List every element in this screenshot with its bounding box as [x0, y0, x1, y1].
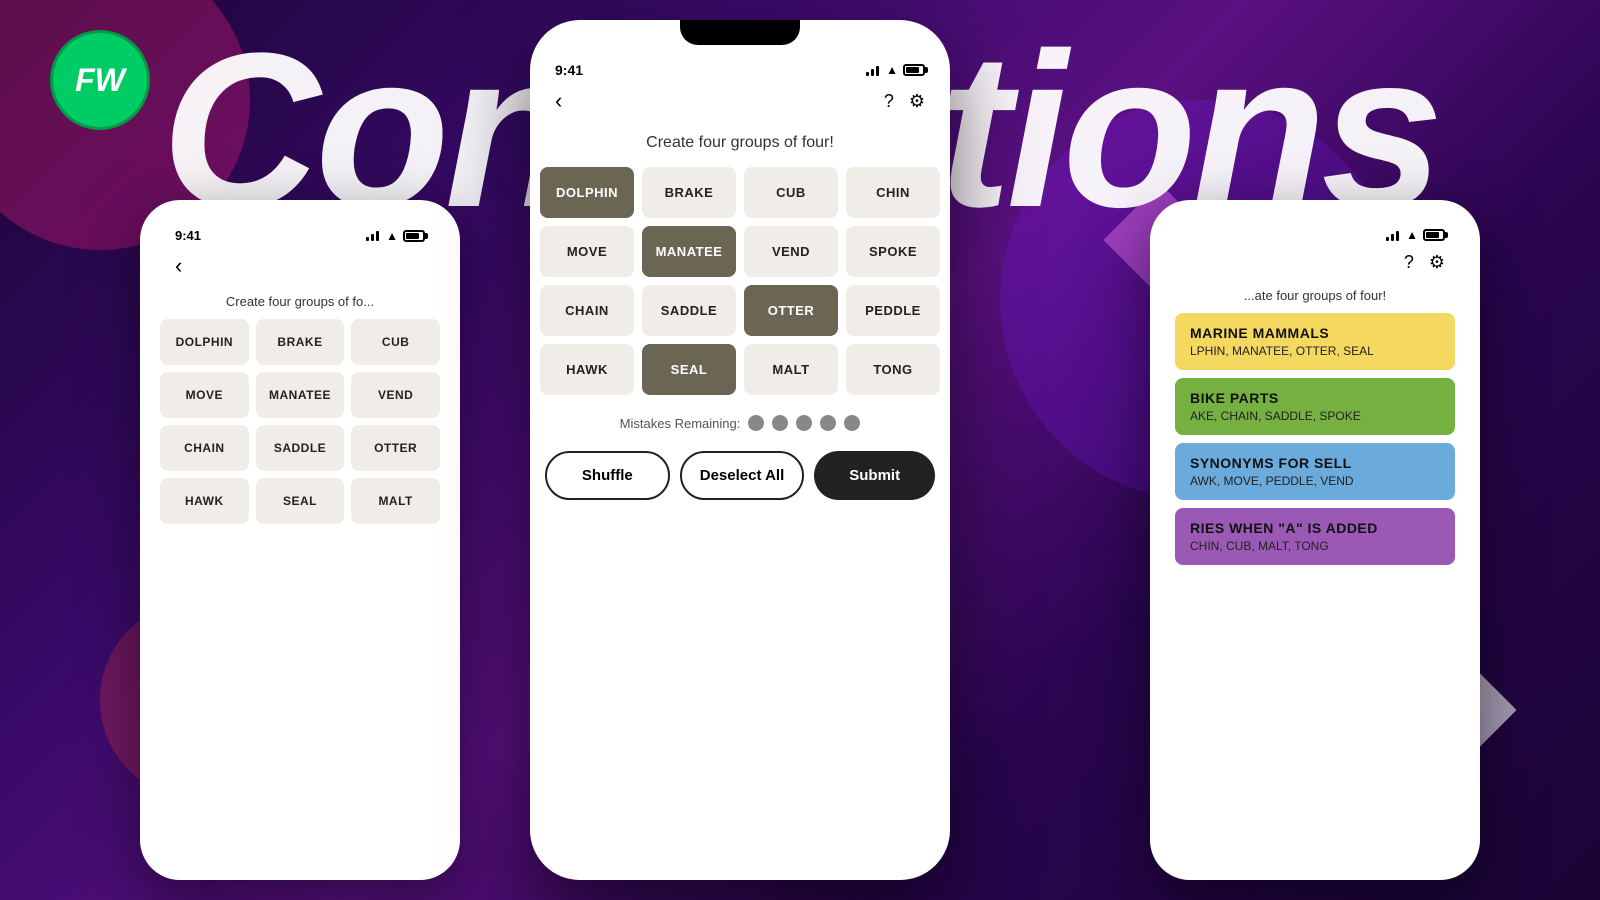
- tile-center-cub[interactable]: CUB: [744, 167, 838, 218]
- game-subtitle-center: Create four groups of four!: [530, 134, 950, 152]
- action-buttons: Shuffle Deselect All Submit: [530, 451, 950, 500]
- mistake-dot-3: [796, 415, 812, 431]
- tile-left-1[interactable]: BRAKE: [256, 319, 345, 365]
- battery-icon-right: [1423, 229, 1445, 241]
- settings-icon-right[interactable]: ⚙: [1429, 252, 1445, 273]
- tile-center-hawk[interactable]: HAWK: [540, 344, 634, 395]
- tile-left-5[interactable]: VEND: [351, 372, 440, 418]
- back-arrow-center[interactable]: ‹: [555, 88, 562, 114]
- word-grid-left: DOLPHIN BRAKE CUB MOVE MANATEE VEND CHAI…: [155, 319, 445, 524]
- tile-center-peddle[interactable]: PEDDLE: [846, 285, 940, 336]
- mistake-dot-5: [844, 415, 860, 431]
- tile-left-9[interactable]: HAWK: [160, 478, 249, 524]
- signal-icon-right: [1386, 230, 1401, 241]
- help-icon-right[interactable]: ?: [1404, 252, 1414, 273]
- tile-center-dolphin[interactable]: DOLPHIN: [540, 167, 634, 218]
- result-card-sell: SYNONYMS FOR SELL AWK, MOVE, PEDDLE, VEN…: [1175, 443, 1455, 500]
- result-card-ries: RIES WHEN "A" IS ADDED CHIN, CUB, MALT, …: [1175, 508, 1455, 565]
- phone-header-center: ‹ ? ⚙: [530, 83, 950, 124]
- shuffle-button[interactable]: Shuffle: [545, 451, 670, 500]
- battery-icon-left: [403, 230, 425, 242]
- tile-center-tong[interactable]: TONG: [846, 344, 940, 395]
- signal-icon-center: [866, 65, 881, 76]
- phone-right: ▲ ? ⚙ ...ate four groups of four! MARINE…: [1150, 200, 1480, 880]
- phone-center: 9:41 ▲ ‹ ? ⚙ Create four groups of four!…: [530, 20, 950, 880]
- result-title-sell: SYNONYMS FOR SELL: [1190, 455, 1440, 471]
- wifi-icon-center: ▲: [886, 63, 898, 77]
- wifi-icon-right: ▲: [1406, 228, 1418, 242]
- tile-left-4[interactable]: MANATEE: [256, 372, 345, 418]
- submit-button[interactable]: Submit: [814, 451, 935, 500]
- battery-icon-center: [903, 64, 925, 76]
- mistake-dot-1: [748, 415, 764, 431]
- tile-center-move[interactable]: MOVE: [540, 226, 634, 277]
- tile-left-7[interactable]: SADDLE: [256, 425, 345, 471]
- result-title-bike: BIKE PARTS: [1190, 390, 1440, 406]
- result-words-marine: LPHIN, MANATEE, OTTER, SEAL: [1190, 344, 1440, 358]
- status-bar-right: ▲: [1165, 220, 1465, 247]
- fw-logo: FW: [50, 30, 150, 130]
- signal-icon-left: [366, 230, 381, 241]
- phone-header-left: ‹: [155, 248, 445, 289]
- tile-center-brake[interactable]: BRAKE: [642, 167, 736, 218]
- phone-notch: [680, 20, 800, 45]
- time-center: 9:41: [555, 62, 583, 78]
- tile-left-0[interactable]: DOLPHIN: [160, 319, 249, 365]
- tile-left-8[interactable]: OTTER: [351, 425, 440, 471]
- result-card-marine: MARINE MAMMALS LPHIN, MANATEE, OTTER, SE…: [1175, 313, 1455, 370]
- tile-center-chain[interactable]: CHAIN: [540, 285, 634, 336]
- tile-center-manatee[interactable]: MANATEE: [642, 226, 736, 277]
- tile-left-2[interactable]: CUB: [351, 319, 440, 365]
- fw-logo-text: FW: [75, 62, 125, 99]
- result-words-sell: AWK, MOVE, PEDDLE, VEND: [1190, 474, 1440, 488]
- tile-left-11[interactable]: MALT: [351, 478, 440, 524]
- tile-center-chin[interactable]: CHIN: [846, 167, 940, 218]
- time-left: 9:41: [175, 228, 201, 243]
- game-subtitle-left: Create four groups of fo...: [155, 294, 445, 309]
- status-icons-center: ▲: [866, 63, 925, 77]
- help-icon[interactable]: ?: [884, 91, 894, 112]
- result-card-bike: BIKE PARTS AKE, CHAIN, SADDLE, SPOKE: [1175, 378, 1455, 435]
- result-words-bike: AKE, CHAIN, SADDLE, SPOKE: [1190, 409, 1440, 423]
- tile-center-vend[interactable]: VEND: [744, 226, 838, 277]
- tile-center-malt[interactable]: MALT: [744, 344, 838, 395]
- settings-icon[interactable]: ⚙: [909, 91, 925, 112]
- status-icons-left: ▲: [366, 229, 425, 243]
- result-title-marine: MARINE MAMMALS: [1190, 325, 1440, 341]
- phone-left: 9:41 ▲ ‹ Create four groups of fo... DOL…: [140, 200, 460, 880]
- mistake-dot-2: [772, 415, 788, 431]
- status-bar-left: 9:41 ▲: [155, 220, 445, 248]
- mistakes-remaining: Mistakes Remaining:: [530, 415, 950, 431]
- tile-center-seal[interactable]: SEAL: [642, 344, 736, 395]
- game-subtitle-right: ...ate four groups of four!: [1165, 288, 1465, 303]
- result-title-ries: RIES WHEN "A" IS ADDED: [1190, 520, 1440, 536]
- status-icons-right: ▲: [1386, 228, 1445, 242]
- tile-left-10[interactable]: SEAL: [256, 478, 345, 524]
- wifi-icon-left: ▲: [386, 229, 398, 243]
- back-arrow-left[interactable]: ‹: [175, 253, 182, 279]
- tile-center-spoke[interactable]: SPOKE: [846, 226, 940, 277]
- mistake-dot-4: [820, 415, 836, 431]
- mistakes-label: Mistakes Remaining:: [620, 416, 741, 431]
- tile-left-3[interactable]: MOVE: [160, 372, 249, 418]
- word-grid-center: DOLPHIN BRAKE CUB CHIN MOVE MANATEE VEND…: [530, 167, 950, 395]
- tile-left-6[interactable]: CHAIN: [160, 425, 249, 471]
- header-icons-center: ? ⚙: [884, 91, 925, 112]
- tile-center-saddle[interactable]: SADDLE: [642, 285, 736, 336]
- header-icons-right: ? ⚙: [1404, 252, 1445, 273]
- tile-center-otter[interactable]: OTTER: [744, 285, 838, 336]
- result-words-ries: CHIN, CUB, MALT, TONG: [1190, 539, 1440, 553]
- status-bar-center: 9:41 ▲: [530, 50, 950, 83]
- phone-header-right: ? ⚙: [1165, 247, 1465, 283]
- deselect-button[interactable]: Deselect All: [680, 451, 805, 500]
